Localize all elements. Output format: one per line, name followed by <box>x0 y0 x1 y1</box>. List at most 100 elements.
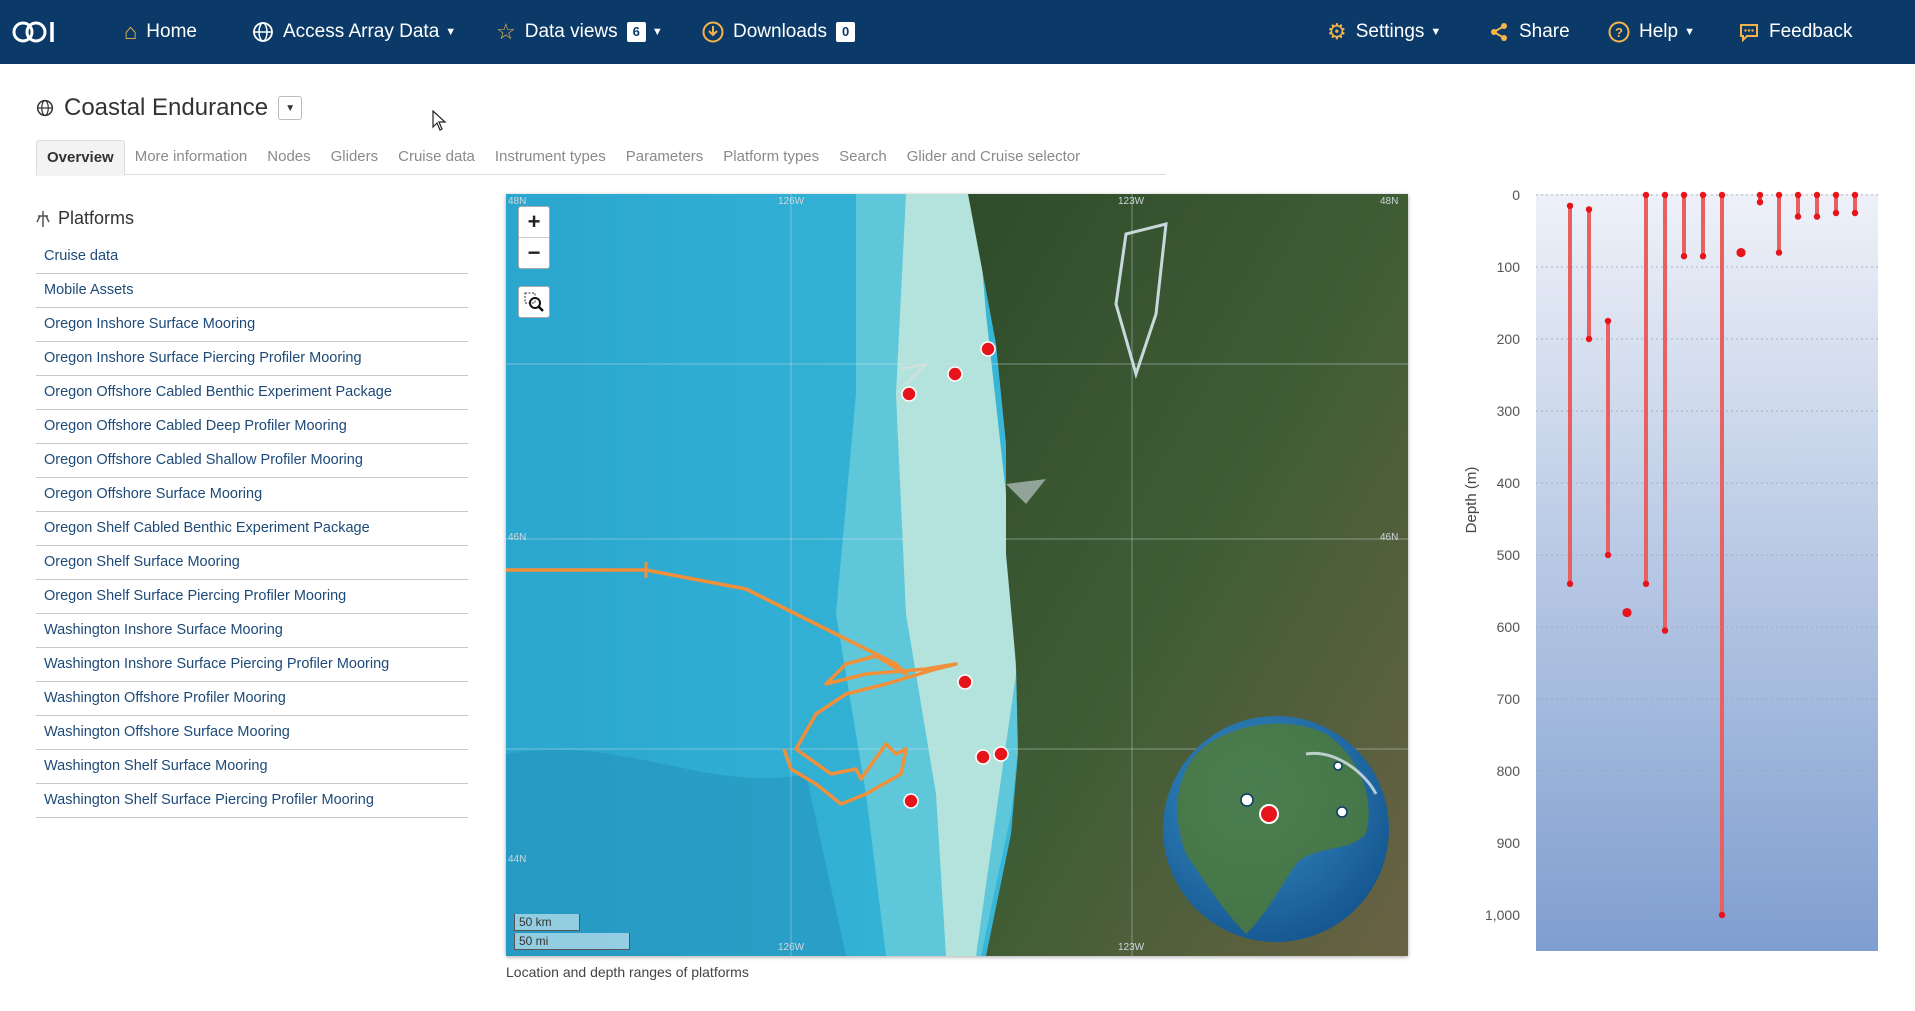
depth-tick-label: 200 <box>1497 331 1521 347</box>
depth-range-point[interactable] <box>1794 191 1802 199</box>
depth-range-point[interactable] <box>1622 608 1632 618</box>
platform-marker[interactable] <box>993 746 1009 762</box>
depth-range-point[interactable] <box>1680 253 1688 260</box>
nav-help[interactable]: ? Help ▼ <box>1608 0 1695 64</box>
chevron-down-icon: ▼ <box>445 26 457 38</box>
platform-item[interactable]: Oregon Shelf Cabled Benthic Experiment P… <box>36 512 468 546</box>
zoom-area-icon <box>524 292 544 312</box>
depth-range-point[interactable] <box>1756 191 1764 199</box>
platform-marker[interactable] <box>975 749 991 765</box>
platforms-heading: Platforms <box>36 208 134 229</box>
platform-item[interactable]: Oregon Offshore Cabled Benthic Experimen… <box>36 376 468 410</box>
platform-item[interactable]: Washington Inshore Surface Piercing Prof… <box>36 648 468 682</box>
tab-nodes[interactable]: Nodes <box>257 140 320 174</box>
depth-range-point[interactable] <box>1661 191 1669 199</box>
page-title-row: Coastal Endurance ▼ <box>36 94 303 122</box>
depth-range-point[interactable] <box>1851 209 1859 217</box>
platform-item[interactable]: Oregon Inshore Surface Mooring <box>36 308 468 342</box>
tab-gliders[interactable]: Gliders <box>321 140 389 174</box>
platform-item[interactable]: Oregon Shelf Surface Piercing Profiler M… <box>36 580 468 614</box>
platform-item[interactable]: Washington Shelf Surface Piercing Profil… <box>36 784 468 818</box>
depth-range-point[interactable] <box>1718 911 1726 919</box>
depth-range-point[interactable] <box>1585 206 1593 213</box>
tab-parameters[interactable]: Parameters <box>616 140 714 174</box>
nav-downloads-label: Downloads <box>733 21 827 42</box>
depth-range-point[interactable] <box>1699 253 1707 260</box>
platform-item[interactable]: Oregon Offshore Cabled Shallow Profiler … <box>36 444 468 478</box>
depth-tick-label: 600 <box>1497 619 1521 635</box>
platform-marker[interactable] <box>980 341 996 357</box>
tab-platform-types[interactable]: Platform types <box>713 140 829 174</box>
platform-marker[interactable] <box>957 674 973 690</box>
globe-location-marker <box>1259 804 1279 824</box>
depth-range-point[interactable] <box>1775 191 1783 199</box>
depth-range-point[interactable] <box>1604 317 1612 325</box>
depth-range-point[interactable] <box>1832 191 1840 199</box>
downloads-count-badge: 0 <box>836 22 856 42</box>
nav-home-label: Home <box>146 21 197 42</box>
depth-range-point[interactable] <box>1585 335 1593 343</box>
zoom-box-button[interactable] <box>518 286 550 318</box>
nav-access-label: Access Array Data <box>283 21 440 42</box>
depth-range-point[interactable] <box>1851 191 1859 199</box>
depth-range-point[interactable] <box>1813 191 1821 199</box>
platform-item[interactable]: Washington Shelf Surface Mooring <box>36 750 468 784</box>
depth-range-point[interactable] <box>1756 199 1764 206</box>
nav-feedback[interactable]: Feedback <box>1738 0 1852 64</box>
platform-item[interactable]: Oregon Shelf Surface Mooring <box>36 546 468 580</box>
depth-tick-label: 400 <box>1497 475 1521 491</box>
nav-settings[interactable]: ⚙ Settings ▼ <box>1327 0 1441 64</box>
tab-more-information[interactable]: More information <box>125 140 258 174</box>
depth-axis-title: Depth (m) <box>1463 467 1480 534</box>
depth-range-point[interactable] <box>1736 248 1746 258</box>
zoom-out-button[interactable]: − <box>519 237 549 268</box>
tab-search[interactable]: Search <box>829 140 897 174</box>
lon-label: 123W <box>1118 942 1145 953</box>
platform-marker[interactable] <box>903 793 919 809</box>
depth-range-point[interactable] <box>1604 551 1612 559</box>
tab-instrument-types[interactable]: Instrument types <box>485 140 616 174</box>
platform-item[interactable]: Oregon Offshore Surface Mooring <box>36 478 468 512</box>
platform-item[interactable]: Oregon Inshore Surface Piercing Profiler… <box>36 342 468 376</box>
depth-range-point[interactable] <box>1566 580 1574 587</box>
depth-tick-label: 900 <box>1497 835 1521 851</box>
nav-downloads[interactable]: Downloads 0 <box>702 0 856 64</box>
tab-glider-cruise-selector[interactable]: Glider and Cruise selector <box>897 140 1090 174</box>
depth-range-point[interactable] <box>1775 249 1783 256</box>
globe-location-marker <box>1240 793 1254 807</box>
lat-label: 44N <box>508 854 527 865</box>
tab-overview[interactable]: Overview <box>36 140 125 176</box>
nav-data-views[interactable]: ☆ Data views 6 ▼ <box>496 0 663 64</box>
depth-range-point[interactable] <box>1832 209 1840 217</box>
platform-item[interactable]: Washington Inshore Surface Mooring <box>36 614 468 648</box>
nav-access-array-data[interactable]: Access Array Data ▼ <box>252 0 456 64</box>
site-selector-dropdown[interactable]: ▼ <box>278 96 303 120</box>
depth-range-point[interactable] <box>1642 580 1650 587</box>
ooi-logo[interactable] <box>10 14 62 50</box>
platform-item[interactable]: Washington Offshore Profiler Mooring <box>36 682 468 716</box>
depth-range-point[interactable] <box>1661 627 1669 634</box>
map-caption: Location and depth ranges of platforms <box>506 964 749 980</box>
platform-item[interactable]: Washington Offshore Surface Mooring <box>36 716 468 750</box>
depth-range-point[interactable] <box>1699 191 1707 199</box>
platform-list: Cruise data Mobile Assets Oregon Inshore… <box>36 240 468 818</box>
depth-range-point[interactable] <box>1794 213 1802 220</box>
depth-range-point[interactable] <box>1813 213 1821 220</box>
depth-range-point[interactable] <box>1680 191 1688 199</box>
nav-share[interactable]: Share <box>1488 0 1570 64</box>
depth-tick-label: 300 <box>1497 403 1521 419</box>
platform-map[interactable]: 48N 48N 46N 46N 44N 126W 123W 126W 123W … <box>506 194 1408 956</box>
depth-range-point[interactable] <box>1642 191 1650 199</box>
tab-cruise-data[interactable]: Cruise data <box>388 140 485 174</box>
zoom-in-button[interactable]: + <box>519 207 549 237</box>
platform-item[interactable]: Oregon Offshore Cabled Deep Profiler Moo… <box>36 410 468 444</box>
platform-item[interactable]: Mobile Assets <box>36 274 468 308</box>
globe-icon <box>253 22 273 42</box>
depth-range-point[interactable] <box>1566 202 1574 209</box>
platform-marker[interactable] <box>901 386 917 402</box>
nav-home[interactable]: ⌂ Home <box>124 0 197 64</box>
depth-range-point[interactable] <box>1718 191 1726 199</box>
platform-item[interactable]: Cruise data <box>36 240 468 274</box>
map-canvas[interactable] <box>506 194 1408 956</box>
platform-marker[interactable] <box>947 366 963 382</box>
